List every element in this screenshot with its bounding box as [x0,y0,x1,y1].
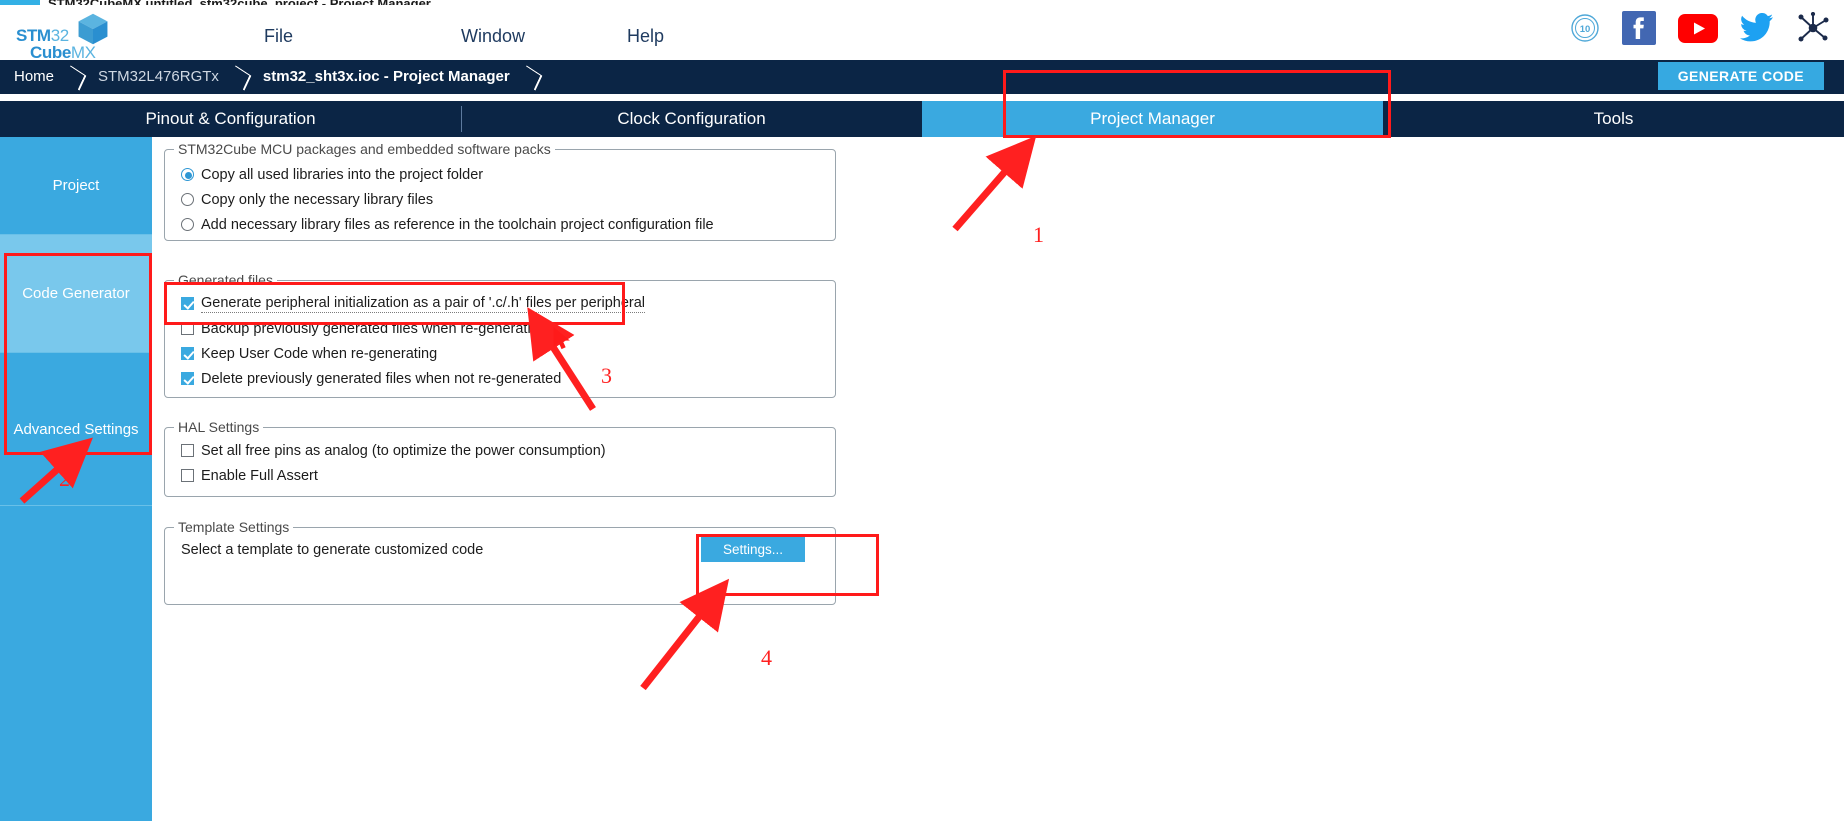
mcu-packages-group: STM32Cube MCU packages and embedded soft… [164,141,836,241]
body: Project Code Generator Advanced Settings… [0,137,1844,821]
main-tab-bar: Pinout & Configuration Clock Configurati… [0,101,1844,137]
generated-files-group: Generated files Generate peripheral init… [164,272,836,398]
radio-copy-all-libraries[interactable] [181,168,194,181]
checkbox-row-delete-previous[interactable]: Delete previously generated files when n… [181,366,561,391]
checkbox-set-free-pins-analog[interactable] [181,444,194,457]
stm32cubemx-window: STM32CubeMX untitled_stm32cube_project -… [0,0,1844,821]
generate-code-button[interactable]: GENERATE CODE [1657,62,1824,90]
menu-item-window[interactable]: Window [451,22,535,51]
radio-add-as-reference-label: Add necessary library files as reference… [201,216,714,233]
code-generator-panel: STM32Cube MCU packages and embedded soft… [152,137,1844,821]
menu-items: File Window Help [254,22,674,51]
sidebar-item-advanced-settings[interactable]: Advanced Settings [0,353,152,506]
radio-row-copy-necessary[interactable]: Copy only the necessary library files [181,187,433,212]
radio-copy-only-necessary-label: Copy only the necessary library files [201,191,434,208]
tab-tools[interactable]: Tools [1383,101,1844,137]
generated-files-group-title: Generated files [174,272,277,288]
checkbox-row-free-pins-analog[interactable]: Set all free pins as analog (to optimize… [181,438,606,463]
checkbox-row-full-assert[interactable]: Enable Full Assert [181,463,318,488]
checkbox-keep-user-code-label: Keep User Code when re-generating [201,345,438,362]
hal-settings-group-title: HAL Settings [174,419,264,435]
checkbox-delete-previously-generated[interactable] [181,372,194,385]
checkbox-row-generate-pair[interactable]: Generate peripheral initialization as a … [181,291,645,316]
radio-row-add-reference[interactable]: Add necessary library files as reference… [181,212,714,237]
radio-copy-all-libraries-label: Copy all used libraries into the project… [201,166,484,183]
checkbox-generate-peripheral-init-pair[interactable] [181,297,194,310]
breadcrumb-item-mcu[interactable]: STM32L476RGTx [84,60,231,94]
project-manager-sidebar: Project Code Generator Advanced Settings [0,137,152,821]
stm32cubemx-logo: STM32 CubeMX [8,10,126,62]
radio-row-copy-all[interactable]: Copy all used libraries into the project… [181,162,483,187]
checkbox-backup-previously-generated[interactable] [181,322,194,335]
checkbox-enable-full-assert-label: Enable Full Assert [201,467,318,484]
tab-pinout-configuration[interactable]: Pinout & Configuration [0,101,461,137]
checkbox-set-free-pins-analog-label: Set all free pins as analog (to optimize… [201,442,606,459]
checkbox-row-keep-user-code[interactable]: Keep User Code when re-generating [181,341,437,366]
breadcrumb: Home STM32L476RGTx stm32_sht3x.ioc - Pro… [0,60,1844,94]
twitter-icon[interactable] [1740,13,1774,43]
breadcrumb-item-current[interactable]: stm32_sht3x.ioc - Project Manager [249,60,522,94]
svg-text:10: 10 [1580,24,1591,35]
mcu-packages-group-title: STM32Cube MCU packages and embedded soft… [174,141,555,157]
template-settings-button[interactable]: Settings... [701,537,805,562]
breadcrumb-chevron-icon [522,60,540,94]
checkbox-enable-full-assert[interactable] [181,469,194,482]
youtube-icon[interactable] [1678,13,1718,43]
sidebar-item-code-generator[interactable]: Code Generator [0,235,152,353]
sidebar-item-project[interactable]: Project [0,137,152,235]
social-icons: 10 [1570,11,1830,45]
checkbox-generate-peripheral-init-pair-label: Generate peripheral initialization as a … [201,294,645,313]
radio-copy-only-necessary[interactable] [181,193,194,206]
sidebar-empty-area [0,506,152,816]
anniversary-10-years-icon[interactable]: 10 [1570,13,1600,43]
checkbox-delete-previously-generated-label: Delete previously generated files when n… [201,370,562,387]
breadcrumb-chevron-icon [231,60,249,94]
st-community-icon[interactable] [1796,12,1830,44]
breadcrumb-chevron-icon [66,60,84,94]
checkbox-backup-previously-generated-label: Backup previously generated files when r… [201,320,547,337]
menu-item-file[interactable]: File [254,22,303,51]
template-settings-group-title: Template Settings [174,519,294,535]
tab-project-manager[interactable]: Project Manager [922,101,1383,137]
template-settings-group: Template Settings Select a template to g… [164,519,836,605]
tab-clock-configuration[interactable]: Clock Configuration [461,101,922,137]
template-settings-description: Select a template to generate customized… [181,542,484,558]
checkbox-keep-user-code[interactable] [181,347,194,360]
checkbox-row-backup[interactable]: Backup previously generated files when r… [181,316,547,341]
cube-logo-icon [78,13,108,45]
breadcrumb-item-home[interactable]: Home [0,60,66,94]
menu-item-help[interactable]: Help [617,22,674,51]
hal-settings-group: HAL Settings Set all free pins as analog… [164,419,836,497]
radio-add-as-reference[interactable] [181,218,194,231]
facebook-icon[interactable] [1622,11,1656,45]
menu-bar: STM32 CubeMX File Window Help 10 [0,5,1844,67]
